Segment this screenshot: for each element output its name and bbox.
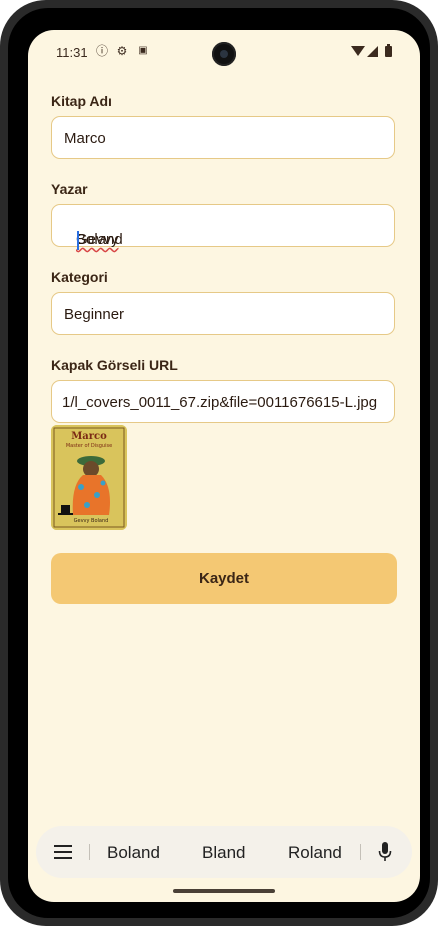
cover-url-label: Kapak Görseli URL	[51, 357, 178, 373]
suggestion-2[interactable]: Bland	[202, 843, 245, 863]
app-screen: 11:31 ⓘ ⚙ ▣ Kitap Adı Marco Yazar Gevvy …	[28, 30, 420, 902]
suggestion-1[interactable]: Boland	[107, 843, 160, 863]
book-name-field[interactable]: Marco	[51, 116, 395, 159]
settings-icon: ⚙	[116, 44, 128, 58]
keyboard-menu-icon[interactable]	[54, 845, 72, 859]
wifi-icon	[351, 46, 365, 56]
save-button[interactable]: Kaydet	[51, 553, 397, 604]
cover-url-value: 1/l_covers_0011_67.zip&file=0011676615-L…	[62, 394, 378, 411]
cover-illustration: Marco Master of Disguise Gevvy Boland	[51, 425, 127, 530]
accessibility-icon: ▣	[138, 45, 148, 56]
text-cursor	[77, 231, 79, 250]
author-value-rest: Boland	[76, 231, 123, 248]
status-bar: 11:31 ⓘ ⚙ ▣	[28, 30, 420, 74]
home-indicator[interactable]	[173, 889, 275, 893]
info-icon: ⓘ	[95, 44, 108, 58]
microphone-icon[interactable]	[378, 842, 392, 862]
category-label: Kategori	[51, 269, 108, 285]
keyboard-suggestion-bar: Boland Bland Roland	[36, 826, 412, 878]
book-name-value: Marco	[64, 130, 106, 147]
suggestion-divider	[360, 844, 361, 860]
suggestion-3[interactable]: Roland	[288, 843, 342, 863]
signal-icon	[367, 46, 378, 57]
book-name-label: Kitap Adı	[51, 93, 112, 109]
cover-preview-image: Marco Master of Disguise Gevvy Boland	[51, 425, 127, 530]
category-value: Beginner	[64, 306, 125, 323]
phone-bezel: 11:31 ⓘ ⚙ ▣ Kitap Adı Marco Yazar Gevvy …	[8, 8, 430, 918]
cover-title: Marco	[71, 431, 107, 442]
cover-subtitle: Master of Disguise	[66, 443, 112, 449]
phone-frame: 11:31 ⓘ ⚙ ▣ Kitap Adı Marco Yazar Gevvy …	[0, 0, 438, 926]
front-camera	[212, 42, 236, 66]
cover-url-field[interactable]: 1/l_covers_0011_67.zip&file=0011676615-L…	[51, 380, 395, 423]
status-time: 11:31	[56, 45, 88, 60]
battery-icon	[385, 44, 392, 57]
author-label: Yazar	[51, 181, 88, 197]
suggestion-divider	[89, 844, 90, 860]
cover-author: Gevvy Boland	[74, 518, 109, 524]
category-field[interactable]: Beginner	[51, 292, 395, 335]
author-field[interactable]: Gevvy Boland	[51, 204, 395, 250]
